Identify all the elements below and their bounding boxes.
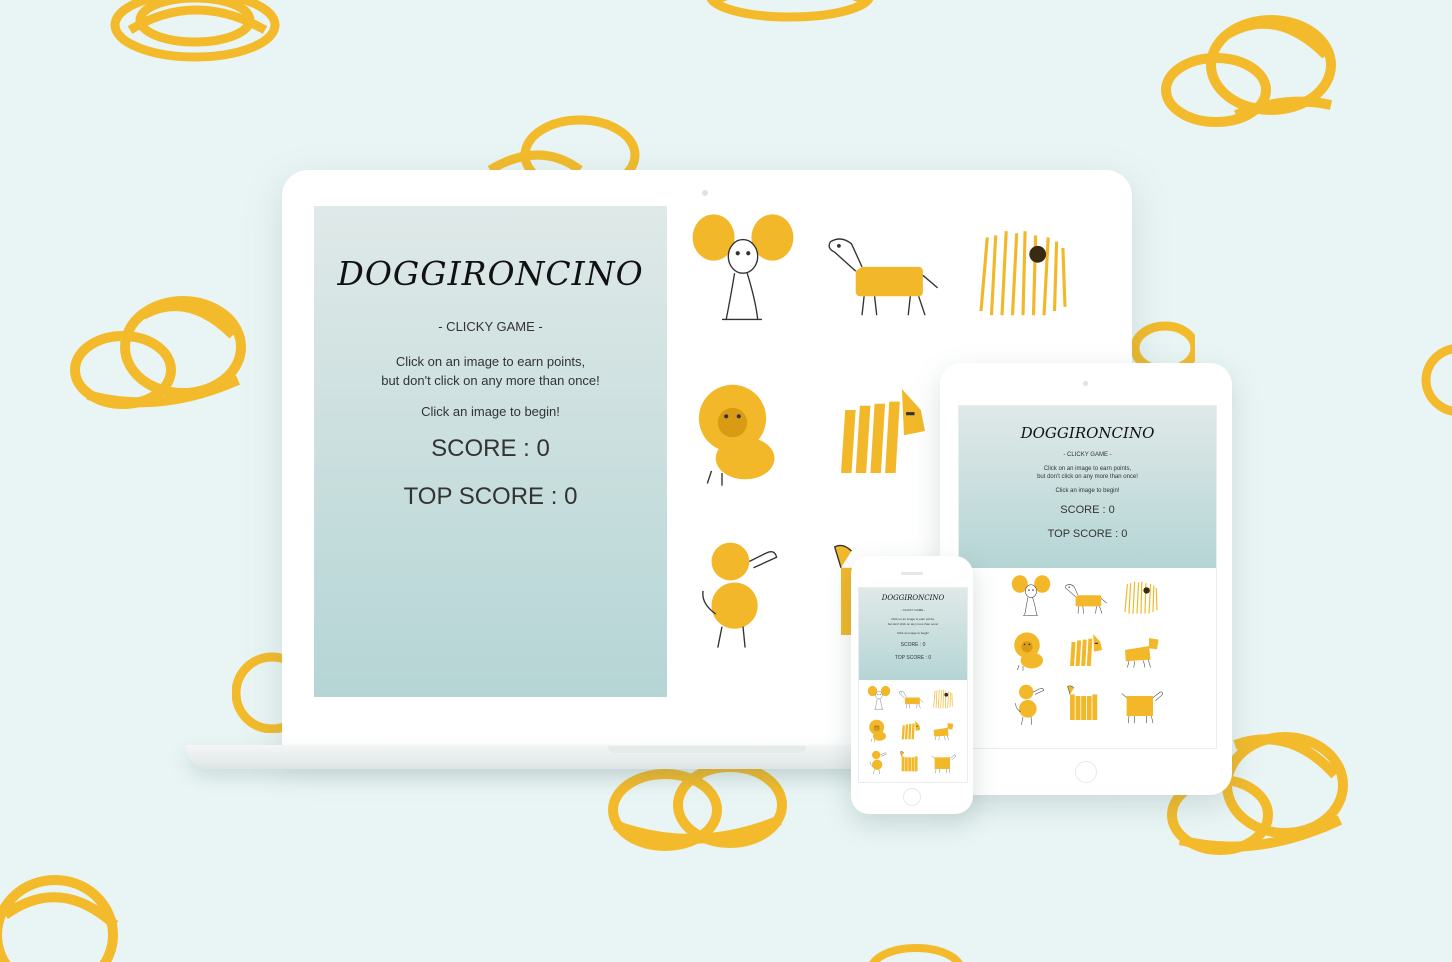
tile-pasta-dog-shaggy[interactable] [960,206,1086,332]
tile-pasta-dog-scottie[interactable] [820,368,946,494]
tablet-subtitle: - CLICKY GAME - [1063,452,1112,458]
tablet-tile-pasta-dog-shaggy[interactable] [1117,572,1165,620]
tablet-tile-pasta-dog-afghan[interactable] [1062,680,1110,728]
phone-tile-pasta-dog-poodle[interactable] [865,748,893,776]
phone-tile-pasta-dog-lion[interactable] [865,716,893,744]
phone-mockup: DOGGIRONCINO - CLICKY GAME - Click on an… [851,556,973,814]
tablet-top-score: TOP SCORE : 0 [1047,528,1128,540]
tablet-game-title: DOGGIRONCINO [1020,424,1155,442]
phone-subtitle: - CLICKY GAME - [900,608,926,612]
tablet-tile-pasta-dog-dachshund[interactable] [1062,572,1110,620]
pasta-nest-bg-11 [0,875,119,962]
phone-tile-pasta-dog-dachshund[interactable] [897,684,925,712]
phone-score: SCORE : 0 [900,642,926,648]
tablet-score: SCORE : 0 [1060,504,1115,516]
pasta-nest-bg-7 [1421,344,1452,416]
pasta-nest-bg-4 [487,115,640,175]
pasta-nest-bg-5 [70,296,246,409]
laptop-camera [702,190,708,196]
phone-game-title: DOGGIRONCINO [881,594,945,602]
pasta-nest-bg-1 [110,0,280,62]
tablet-mockup: DOGGIRONCINO - CLICKY GAME - Click on an… [940,363,1232,795]
pasta-nest-bg-3 [1161,15,1336,127]
pasta-nest-bg-6 [1130,321,1195,368]
tile-pasta-dog-lion[interactable] [680,368,806,494]
tablet-header-panel: DOGGIRONCINO - CLICKY GAME - Click on an… [959,406,1216,568]
phone-image-grid [865,684,961,780]
phone-instructions-2: but don't click on any more than once! [887,622,939,626]
tablet-camera [1083,381,1088,386]
tablet-tile-pasta-dog-scottie[interactable] [1062,626,1110,674]
game-header-panel: DOGGIRONCINO - CLICKY GAME - Click on an… [314,206,667,697]
pasta-nest-bg-2 [706,0,874,22]
tile-pasta-dog-chihuahua[interactable] [680,206,806,332]
phone-instructions-1: Click on an image to earn points, [891,617,935,621]
tablet-status: Click an image to begin! [1055,488,1120,494]
pasta-nest-bg-9 [608,765,787,851]
tablet-tile-pasta-dog-box[interactable] [1117,680,1165,728]
top-score-display: TOP SCORE : 0 [403,483,578,510]
tablet-screen: DOGGIRONCINO - CLICKY GAME - Click on an… [958,405,1217,749]
phone-tile-pasta-dog-shaggy[interactable] [929,684,957,712]
phone-tile-pasta-dog-afghan[interactable] [897,748,925,776]
phone-screen: DOGGIRONCINO - CLICKY GAME - Click on an… [858,587,968,783]
tablet-tile-pasta-dog-poodle[interactable] [1007,680,1055,728]
tile-pasta-dog-poodle[interactable] [680,530,806,656]
tablet-image-grid [1007,572,1172,732]
phone-top-score: TOP SCORE : 0 [894,655,932,661]
status-message: Click an image to begin! [421,404,560,419]
phone-home-button[interactable] [903,788,921,806]
score-display: SCORE : 0 [431,435,550,462]
instructions-line-2: but don't click on any more than once! [381,373,600,388]
tablet-instructions-2: but don't click on any more than once! [1037,474,1138,480]
tile-pasta-dog-dachshund[interactable] [820,206,946,332]
laptop-notch [608,746,806,753]
game-title: DOGGIRONCINO [337,254,644,293]
tablet-instructions-1: Click on an image to earn points, [1043,466,1132,472]
phone-tile-pasta-dog-scottie[interactable] [897,716,925,744]
pasta-nest-bg-12 [869,944,963,962]
instructions-line-1: Click on an image to earn points, [395,354,586,369]
tablet-tile-pasta-dog-chihuahua[interactable] [1007,572,1055,620]
phone-tile-pasta-dog-chihuahua[interactable] [865,684,893,712]
tablet-tile-pasta-dog-terrier[interactable] [1117,626,1165,674]
phone-header-panel: DOGGIRONCINO - CLICKY GAME - Click on an… [859,588,967,680]
phone-status: Click an image to begin! [896,631,930,635]
phone-speaker [901,572,923,575]
game-subtitle: - CLICKY GAME - [438,319,543,334]
phone-tile-pasta-dog-terrier[interactable] [929,716,957,744]
tablet-tile-pasta-dog-lion[interactable] [1007,626,1055,674]
tablet-home-button[interactable] [1075,761,1097,783]
phone-tile-pasta-dog-box[interactable] [929,748,957,776]
pasta-nest-bg-8 [232,652,287,733]
